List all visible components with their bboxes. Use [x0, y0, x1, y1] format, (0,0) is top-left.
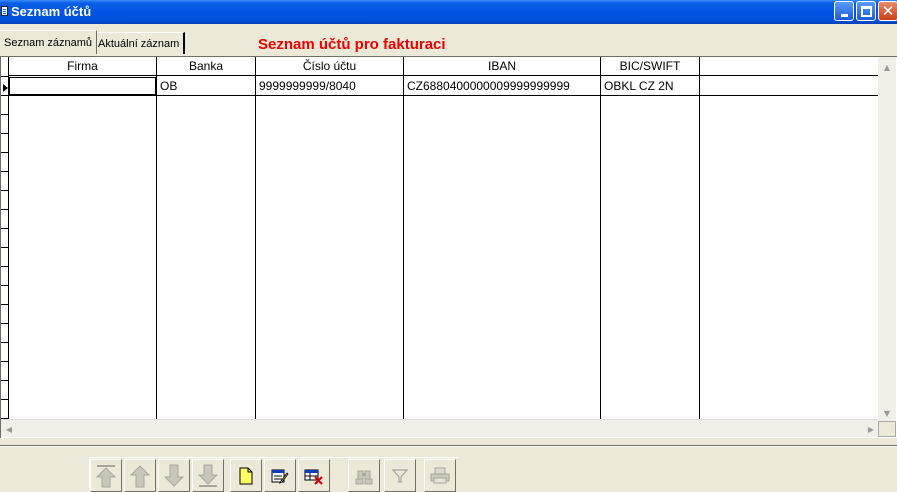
page-heading: Seznam účtů pro fakturaci [258, 36, 446, 53]
search-record-button[interactable] [348, 459, 380, 492]
window-title: Seznam účtů [11, 4, 92, 19]
row-indicator-tick [1, 380, 9, 381]
column-header-firma[interactable]: Firma [9, 57, 157, 76]
grid-header: Firma Banka Číslo účtu IBAN BIC/SWIFT [9, 57, 878, 76]
cell-firma[interactable] [9, 77, 156, 95]
minimize-icon [840, 13, 848, 17]
filter-button[interactable] [384, 459, 416, 492]
prior-record-button[interactable] [124, 459, 156, 492]
row-indicator-tick [1, 285, 9, 286]
maximize-button[interactable] [856, 1, 876, 21]
app-icon[interactable] [1, 6, 8, 16]
row-indicator-tick [1, 361, 9, 362]
horizontal-scrollbar[interactable]: ◀ ▶ [1, 419, 878, 437]
column-header-banka[interactable]: Banka [157, 57, 256, 76]
next-record-button[interactable] [158, 459, 190, 492]
column-divider [600, 57, 601, 419]
tab-strip: Seznam záznamů Aktuální záznam [0, 26, 897, 54]
title-bar[interactable]: Seznam účtů ✕ [0, 0, 897, 24]
filter-icon [392, 468, 408, 483]
separator [0, 445, 897, 447]
scroll-right-icon[interactable]: ▶ [863, 420, 879, 438]
row-indicator-tick [1, 399, 9, 400]
row-indicator-tick [1, 342, 9, 343]
close-icon: ✕ [881, 1, 895, 20]
row-indicator-tick [1, 323, 9, 324]
row-indicator-column [1, 57, 9, 419]
row-indicator-tick [1, 266, 9, 267]
column-divider [699, 57, 700, 419]
row-indicator-tick [1, 209, 9, 210]
cell-bic-swift[interactable]: OBKL CZ 2N [601, 77, 699, 95]
vertical-scrollbar[interactable]: ▲ ▼ [878, 57, 896, 421]
cell-iban[interactable]: CZ6880400000009999999999 [404, 77, 600, 95]
cell-banka[interactable]: OB [157, 77, 255, 95]
table-row[interactable]: OB 9999999999/8040 CZ6880400000009999999… [9, 77, 878, 96]
new-record-button[interactable] [230, 459, 262, 492]
scroll-up-icon[interactable]: ▲ [878, 59, 896, 75]
scroll-left-icon[interactable]: ◀ [1, 420, 17, 438]
row-indicator-tick [1, 152, 9, 153]
row-indicator-tick [1, 95, 9, 96]
tab-seznam-zaznamu[interactable]: Seznam záznamů [0, 30, 98, 54]
first-record-button[interactable] [90, 459, 122, 492]
close-button[interactable]: ✕ [878, 1, 897, 21]
current-row-arrow-icon [3, 84, 8, 92]
cell-cislo-uctu[interactable]: 9999999999/8040 [256, 77, 403, 95]
maximize-icon [860, 5, 872, 17]
column-header-cislo-uctu[interactable]: Číslo účtu [256, 57, 404, 76]
column-divider [255, 57, 256, 419]
prior-record-icon [129, 464, 151, 487]
first-record-icon [95, 464, 117, 487]
row-indicator-tick [1, 114, 9, 115]
column-header-iban[interactable]: IBAN [404, 57, 601, 76]
row-indicator-tick [1, 76, 9, 77]
minimize-button[interactable] [834, 1, 854, 21]
row-indicator-tick [1, 133, 9, 134]
scroll-down-icon[interactable]: ▼ [878, 405, 896, 421]
print-button[interactable] [424, 459, 456, 492]
accounts-grid[interactable]: Firma Banka Číslo účtu IBAN BIC/SWIFT OB… [0, 56, 897, 438]
search-record-icon [355, 470, 373, 484]
tab-aktualni-zaznam[interactable]: Aktuální záznam [93, 32, 186, 54]
row-indicator-tick [1, 247, 9, 248]
delete-record-button[interactable] [298, 459, 330, 492]
row-indicator-tick [1, 228, 9, 229]
new-record-icon [239, 467, 253, 484]
delete-record-icon [304, 469, 323, 485]
record-navigator [89, 457, 459, 492]
edit-record-button[interactable] [264, 459, 296, 492]
row-indicator-tick [1, 171, 9, 172]
last-record-button[interactable] [192, 459, 224, 492]
row-indicator-tick [1, 190, 9, 191]
column-divider [403, 57, 404, 419]
column-divider [156, 57, 157, 419]
row-indicator-tick [1, 304, 9, 305]
print-icon [430, 467, 450, 483]
column-header-bic-swift[interactable]: BIC/SWIFT [601, 57, 700, 76]
last-record-icon [197, 464, 219, 487]
scrollbar-corner [878, 421, 896, 437]
edit-record-icon [271, 469, 289, 484]
next-record-icon [163, 464, 185, 487]
